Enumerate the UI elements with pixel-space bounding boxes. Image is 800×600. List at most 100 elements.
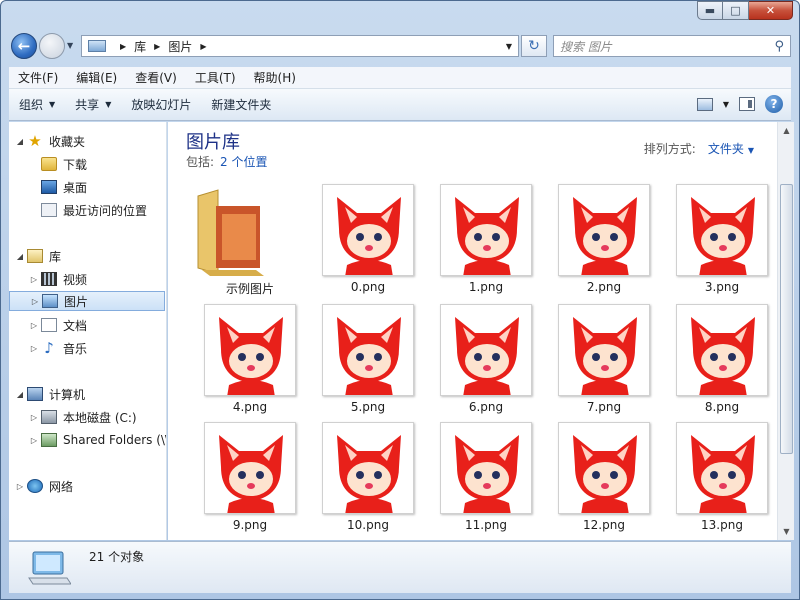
sidebar-item-music[interactable]: ▷ ♪ 音乐 — [27, 338, 87, 358]
file-item[interactable]: 12.png — [540, 420, 650, 538]
item-label: 9.png — [232, 518, 268, 532]
image-thumbnail — [204, 304, 296, 396]
file-item[interactable]: 0.png — [304, 182, 414, 300]
menu-edit[interactable]: 编辑(E) — [67, 69, 126, 86]
recent-places-icon — [41, 203, 57, 217]
collapsed-arrow-icon[interactable]: ▷ — [27, 436, 41, 445]
file-item[interactable]: 4.png — [186, 302, 296, 420]
item-label: 12.png — [583, 518, 625, 532]
close-button[interactable]: ✕ — [749, 1, 793, 20]
sidebar-item-shared-folders[interactable]: ▷ Shared Folders (\\ — [27, 430, 166, 450]
change-view-icon[interactable] — [696, 97, 713, 111]
documents-library-icon — [41, 318, 57, 332]
sidebar-item-label: 下载 — [63, 157, 88, 172]
music-note-icon: ♪ — [44, 339, 54, 357]
collapsed-arrow-icon[interactable]: ▷ — [13, 482, 27, 491]
sidebar-item-libraries[interactable]: ◢ 库 — [13, 246, 61, 266]
sidebar-item-local-disk[interactable]: ▷ 本地磁盘 (C:) — [27, 407, 137, 427]
collapsed-arrow-icon[interactable]: ▷ — [27, 275, 41, 284]
maximize-button[interactable]: □ — [723, 1, 749, 20]
sidebar-item-downloads[interactable]: 下载 — [27, 154, 87, 174]
minimize-button[interactable]: ▬ — [697, 1, 723, 20]
sidebar-item-network[interactable]: ▷ 网络 — [13, 476, 73, 496]
menu-file[interactable]: 文件(F) — [9, 69, 67, 86]
file-item[interactable]: 1.png — [422, 182, 532, 300]
breadcrumb-arrow-icon[interactable]: ▶ — [200, 42, 206, 51]
scroll-down-icon[interactable]: ▼ — [778, 523, 795, 540]
menu-help[interactable]: 帮助(H) — [245, 69, 305, 86]
menu-view[interactable]: 查看(V) — [126, 69, 186, 86]
expanded-arrow-icon[interactable]: ◢ — [13, 390, 27, 399]
star-icon: ★ — [28, 132, 42, 150]
item-label: 5.png — [350, 400, 386, 414]
sidebar-item-documents[interactable]: ▷ 文档 — [27, 315, 87, 335]
slideshow-button[interactable]: 放映幻灯片 — [121, 96, 201, 113]
address-dropdown-icon[interactable]: ▼ — [506, 42, 512, 51]
file-item[interactable]: 13.png — [658, 420, 768, 538]
image-thumbnail — [676, 422, 768, 514]
collapsed-arrow-icon[interactable]: ▷ — [27, 413, 41, 422]
folder-item[interactable]: 示例图片 — [186, 182, 296, 300]
search-icon[interactable]: ⚲ — [774, 39, 784, 54]
sidebar-item-videos[interactable]: ▷ 视频 — [27, 269, 87, 289]
locations-link[interactable]: 2 个位置 — [220, 155, 267, 169]
vertical-scrollbar[interactable]: ▲ ▼ — [777, 122, 794, 540]
address-bar[interactable]: ▶ 库 ▶ 图片 ▶ ▼ — [81, 35, 519, 57]
sidebar-item-label: 视频 — [63, 272, 88, 287]
file-item[interactable]: 2.png — [540, 182, 650, 300]
share-button[interactable]: 共享 ▼ — [65, 96, 121, 113]
file-item[interactable]: 7.png — [540, 302, 650, 420]
collapsed-arrow-icon[interactable]: ▷ — [28, 297, 42, 306]
sidebar-item-favorites[interactable]: ◢ ★ 收藏夹 — [13, 131, 85, 151]
desktop-icon — [41, 180, 57, 194]
arrange-by-dropdown[interactable]: 文件夹 — [708, 142, 744, 156]
sidebar-item-computer[interactable]: ◢ 计算机 — [13, 384, 85, 404]
sidebar-item-pictures[interactable]: ▷ 图片 — [9, 291, 165, 311]
sidebar-item-label: 桌面 — [63, 180, 88, 195]
breadcrumb-libraries[interactable]: 库 — [134, 38, 146, 55]
image-thumbnail — [322, 304, 414, 396]
image-thumbnail — [204, 422, 296, 514]
history-dropdown-icon[interactable]: ▼ — [67, 41, 73, 50]
collapsed-arrow-icon[interactable]: ▷ — [27, 344, 41, 353]
collapsed-arrow-icon[interactable]: ▷ — [27, 321, 41, 330]
preview-pane-icon[interactable] — [739, 97, 755, 111]
image-thumbnail — [440, 184, 532, 276]
organize-button[interactable]: 组织 ▼ — [9, 96, 65, 113]
chevron-down-icon[interactable]: ▼ — [748, 146, 754, 155]
computer-icon — [28, 551, 71, 585]
file-item[interactable]: 6.png — [422, 302, 532, 420]
sidebar-item-label: 网络 — [49, 479, 74, 494]
sidebar-item-desktop[interactable]: 桌面 — [27, 177, 87, 197]
image-thumbnail — [440, 304, 532, 396]
help-icon[interactable]: ? — [765, 95, 783, 113]
file-item[interactable]: 9.png — [186, 420, 296, 538]
breadcrumb-arrow-icon[interactable]: ▶ — [120, 42, 126, 51]
file-item[interactable]: 5.png — [304, 302, 414, 420]
file-item[interactable]: 3.png — [658, 182, 768, 300]
scroll-thumb[interactable] — [780, 184, 793, 454]
arrange-label: 排列方式: — [643, 142, 696, 156]
sidebar-item-recent[interactable]: 最近访问的位置 — [27, 200, 147, 220]
menu-tools[interactable]: 工具(T) — [186, 69, 245, 86]
scroll-up-icon[interactable]: ▲ — [778, 122, 795, 139]
navigation-bar: ← ▼ ▶ 库 ▶ 图片 ▶ ▼ ↻ 搜索 图片 ⚲ — [9, 31, 791, 61]
network-drive-icon — [41, 433, 57, 447]
expanded-arrow-icon[interactable]: ◢ — [13, 137, 27, 146]
new-folder-button[interactable]: 新建文件夹 — [201, 96, 281, 113]
forward-button[interactable] — [39, 33, 65, 59]
menu-bar: 文件(F) 编辑(E) 查看(V) 工具(T) 帮助(H) — [9, 67, 791, 89]
expanded-arrow-icon[interactable]: ◢ — [13, 252, 27, 261]
file-item[interactable]: 10.png — [304, 420, 414, 538]
file-item[interactable]: 8.png — [658, 302, 768, 420]
breadcrumb-arrow-icon[interactable]: ▶ — [154, 42, 160, 51]
image-thumbnail — [322, 184, 414, 276]
search-input[interactable]: 搜索 图片 ⚲ — [553, 35, 791, 57]
item-label: 1.png — [468, 280, 504, 294]
breadcrumb-pictures[interactable]: 图片 — [168, 38, 192, 55]
refresh-button[interactable]: ↻ — [521, 35, 547, 57]
view-dropdown-icon[interactable]: ▼ — [723, 100, 729, 109]
file-item[interactable]: 11.png — [422, 420, 532, 538]
explorer-window: ▬ □ ✕ ← ▼ ▶ 库 ▶ 图片 ▶ ▼ ↻ 搜索 图片 ⚲ 文件(F) 编… — [0, 0, 800, 600]
back-button[interactable]: ← — [11, 33, 37, 59]
